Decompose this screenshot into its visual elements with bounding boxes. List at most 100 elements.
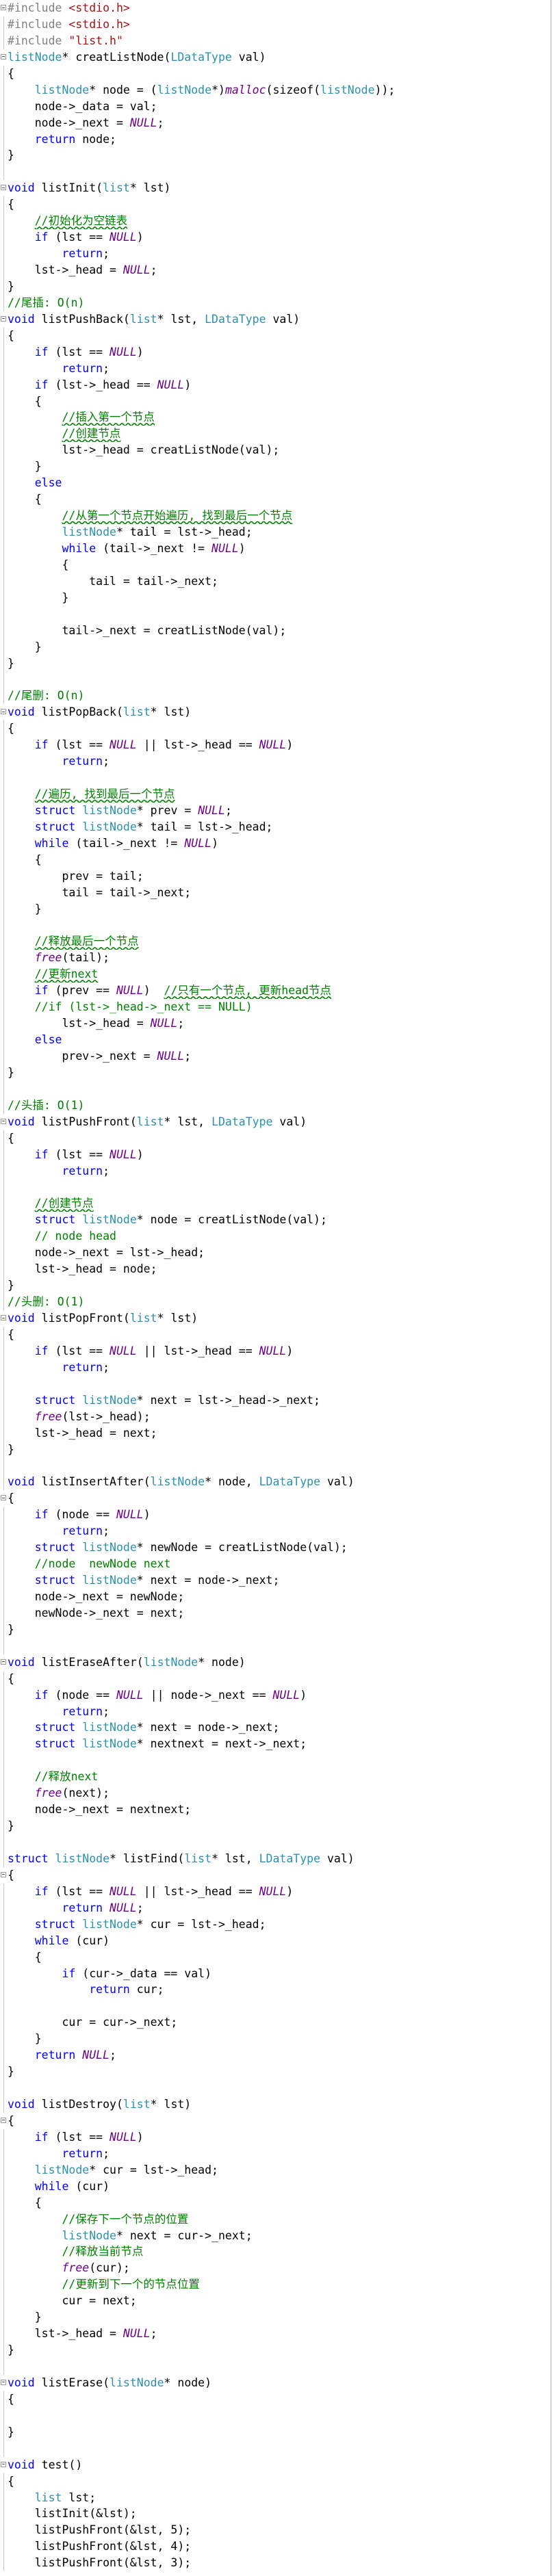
code-line[interactable]: //node newNode next (0, 1556, 550, 1572)
code-line[interactable] (0, 1080, 550, 1097)
code-line[interactable]: node->_next = lst->_head; (0, 1245, 550, 1262)
code-line[interactable] (0, 1457, 550, 1474)
collapse-icon[interactable] (1, 1315, 6, 1320)
fold-toggle-icon[interactable] (0, 1867, 8, 1884)
code-line[interactable] (0, 1637, 550, 1654)
code-line[interactable]: // node head (0, 1228, 550, 1245)
collapse-icon[interactable] (1, 1658, 6, 1665)
code-line[interactable]: void listInsertAfter(listNode* node, LDa… (0, 1474, 550, 1491)
code-line[interactable]: return; (0, 1703, 550, 1720)
code-line[interactable]: struct listNode* next = lst->_head->_nex… (0, 1392, 550, 1409)
code-line[interactable]: { (0, 491, 550, 508)
code-line[interactable]: { (0, 1949, 550, 1966)
code-line[interactable]: node->_next = nextnext; (0, 1801, 550, 1819)
code-line[interactable]: //释放next (0, 1769, 550, 1786)
code-line[interactable] (0, 2080, 550, 2096)
fold-toggle-icon[interactable] (0, 0, 8, 16)
code-line[interactable]: struct listNode* next = node->_next; (0, 1719, 550, 1736)
code-line[interactable]: //释放最后一个节点 (0, 933, 550, 950)
code-line[interactable]: if (lst->_head == NULL) (0, 376, 550, 393)
code-line[interactable]: struct listNode* next = node->_next; (0, 1572, 550, 1589)
code-line[interactable]: { (0, 2194, 550, 2211)
code-line[interactable]: while (tail->_next != NULL) (0, 835, 550, 852)
code-line[interactable]: tail->_next = creatListNode(val); (0, 622, 550, 639)
code-line[interactable]: struct listNode* cur = lst->_head; (0, 1916, 550, 1933)
code-line[interactable]: { (0, 327, 550, 344)
code-line[interactable]: listPushFront(&lst, 4); (0, 2538, 550, 2555)
code-line[interactable]: //遍历, 找到最后一个节点 (0, 786, 550, 803)
code-line[interactable] (0, 164, 550, 181)
code-line[interactable]: //尾插: O(n) (0, 294, 550, 311)
code-line[interactable]: void listInit(list* lst) (0, 180, 550, 196)
code-line[interactable]: return NULL; (0, 1899, 550, 1916)
code-line[interactable]: node->_data = val; (0, 98, 550, 115)
code-line[interactable]: return NULL; (0, 2047, 550, 2064)
code-line[interactable]: else (0, 475, 550, 492)
code-line[interactable]: { (0, 2113, 550, 2129)
code-line[interactable]: //尾删: O(n) (0, 688, 550, 705)
fold-toggle-icon[interactable] (0, 49, 8, 66)
code-line[interactable]: lst->_head = NULL; (0, 1015, 550, 1032)
code-line[interactable]: if (lst == NULL || lst->_head == NULL) (0, 1883, 550, 1900)
code-line[interactable]: cur = cur->_next; (0, 2014, 550, 2031)
code-line[interactable]: void listPushBack(list* lst, LDataType v… (0, 311, 550, 328)
code-line[interactable]: listNode* creatListNode(LDataType val) (0, 49, 550, 66)
code-line[interactable]: struct listNode* tail = lst->_head; (0, 818, 550, 835)
code-line[interactable]: //初始化为空链表 (0, 213, 550, 230)
code-line[interactable]: prev = tail; (0, 868, 550, 885)
code-line[interactable]: struct listNode* newNode = creatListNode… (0, 1539, 550, 1557)
code-line[interactable]: { (0, 196, 550, 213)
code-line[interactable]: { (0, 1130, 550, 1147)
code-line[interactable]: #include <stdio.h> (0, 16, 550, 33)
code-line[interactable]: { (0, 65, 550, 82)
code-line[interactable]: if (node == NULL) (0, 1507, 550, 1524)
code-line[interactable]: listNode* next = cur->_next; (0, 2227, 550, 2244)
code-line[interactable]: } (0, 1441, 550, 1458)
fold-toggle-icon[interactable] (0, 704, 8, 720)
code-line[interactable]: lst->_head = node; (0, 1261, 550, 1278)
code-line[interactable]: void listPushFront(list* lst, LDataType … (0, 1114, 550, 1130)
fold-toggle-icon[interactable] (0, 1654, 8, 1671)
code-line[interactable]: void listPopBack(list* lst) (0, 704, 550, 720)
collapse-icon[interactable] (1, 5, 6, 10)
code-line[interactable] (0, 2358, 550, 2375)
code-line[interactable]: listPushFront(&lst, 5); (0, 2522, 550, 2539)
code-line[interactable]: struct listNode* prev = NULL; (0, 802, 550, 819)
code-line[interactable]: } (0, 458, 550, 476)
code-line[interactable]: listNode* tail = lst->_head; (0, 524, 550, 541)
collapse-icon[interactable] (1, 185, 6, 191)
code-line[interactable]: } (0, 638, 550, 655)
collapse-icon[interactable] (1, 2379, 6, 2385)
code-line[interactable]: //从第一个节点开始遍历, 找到最后一个节点 (0, 508, 550, 524)
code-line[interactable]: if (prev == NULL) //只有一个节点, 更新head节点 (0, 983, 550, 1000)
code-line[interactable]: //创建节点 (0, 1195, 550, 1212)
code-line[interactable]: { (0, 1326, 550, 1343)
code-line[interactable] (0, 1179, 550, 1196)
code-line[interactable]: } (0, 2309, 550, 2326)
code-line[interactable] (0, 2440, 550, 2457)
code-line[interactable]: //释放当前节点 (0, 2243, 550, 2261)
fold-toggle-icon[interactable] (0, 2457, 8, 2473)
code-line[interactable]: //保存下一个节点的位置 (0, 2211, 550, 2228)
code-line[interactable]: free(next); (0, 1785, 550, 1802)
code-line[interactable]: while (tail->_next != NULL) (0, 540, 550, 557)
code-line[interactable]: } (0, 1818, 550, 1834)
collapse-icon[interactable] (1, 53, 6, 60)
code-line[interactable]: return cur; (0, 1981, 550, 1999)
code-line[interactable]: free(cur); (0, 2260, 550, 2277)
code-line[interactable]: if (lst == NULL) (0, 343, 550, 361)
code-line[interactable]: //if (lst->_head->_next == NULL) (0, 999, 550, 1016)
code-line[interactable]: node->_next = NULL; (0, 114, 550, 131)
code-line[interactable]: //更新next (0, 966, 550, 983)
code-line[interactable]: void listPopFront(list* lst) (0, 1310, 550, 1327)
code-line[interactable]: lst->_head = NULL; (0, 2326, 550, 2343)
code-line[interactable]: } (0, 589, 550, 606)
code-line[interactable]: if (lst == NULL || lst->_head == NULL) (0, 737, 550, 754)
code-line[interactable]: lst->_head = next; (0, 1424, 550, 1442)
code-line[interactable] (0, 671, 550, 688)
fold-toggle-icon[interactable] (0, 311, 8, 328)
code-line[interactable]: } (0, 147, 550, 164)
code-line[interactable]: } (0, 655, 550, 672)
code-line[interactable]: { (0, 393, 550, 410)
code-line[interactable]: void listDestroy(list* lst) (0, 2096, 550, 2113)
